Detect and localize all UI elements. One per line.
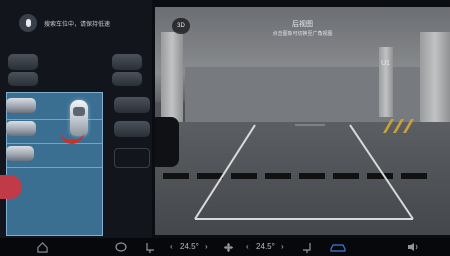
steering-heat-icon[interactable] [114, 241, 128, 253]
ego-windshield [73, 107, 85, 116]
fan-icon[interactable] [222, 241, 234, 253]
parked-car [6, 146, 34, 161]
parked-car [6, 121, 36, 136]
parked-car [112, 54, 142, 70]
slot-divider [7, 167, 102, 168]
empty-parking-slot[interactable] [114, 148, 150, 168]
rear-camera-view[interactable]: 3D 后视图 点击图象可切换至广角视图 U1 [155, 7, 450, 235]
parking-slot-selection[interactable] [6, 92, 103, 236]
temp-right-value: 24.5° [256, 242, 275, 251]
seat-left-icon[interactable] [144, 241, 156, 253]
parked-car [114, 97, 150, 113]
parking-status: 搜索车位中，请保持低速 [19, 14, 110, 32]
voice-button[interactable] [19, 14, 37, 32]
parked-car [6, 98, 36, 113]
reverse-guide-lines [194, 124, 414, 220]
volume-icon[interactable] [406, 241, 420, 253]
temp-left-next-arrow[interactable]: › [205, 242, 208, 251]
home-icon[interactable] [36, 241, 48, 253]
temp-right-next-arrow[interactable]: › [281, 242, 284, 251]
parked-car [114, 121, 150, 137]
view-subtitle: 点击图象可切换至广角视图 [272, 31, 333, 37]
status-text: 搜索车位中，请保持低速 [44, 21, 111, 28]
parked-car [8, 54, 38, 70]
bottom-bar: ‹ 24.5° › ‹ 24.5° › [0, 238, 450, 256]
microphone-icon [25, 19, 31, 27]
view-title: 后视图 [292, 21, 313, 28]
slot-divider [7, 143, 102, 144]
temp-left-prev-arrow[interactable]: ‹ [170, 242, 173, 251]
seat-right-icon[interactable] [301, 241, 313, 253]
parked-car [8, 72, 38, 86]
parked-car [112, 72, 142, 86]
pillar-label: U1 [381, 60, 390, 67]
temp-left-value: 24.5° [180, 242, 199, 251]
parking-map-panel: 搜索车位中，请保持低速 [0, 0, 152, 238]
car-recirculation-icon[interactable] [330, 241, 346, 253]
temp-right-prev-arrow[interactable]: ‹ [246, 242, 249, 251]
